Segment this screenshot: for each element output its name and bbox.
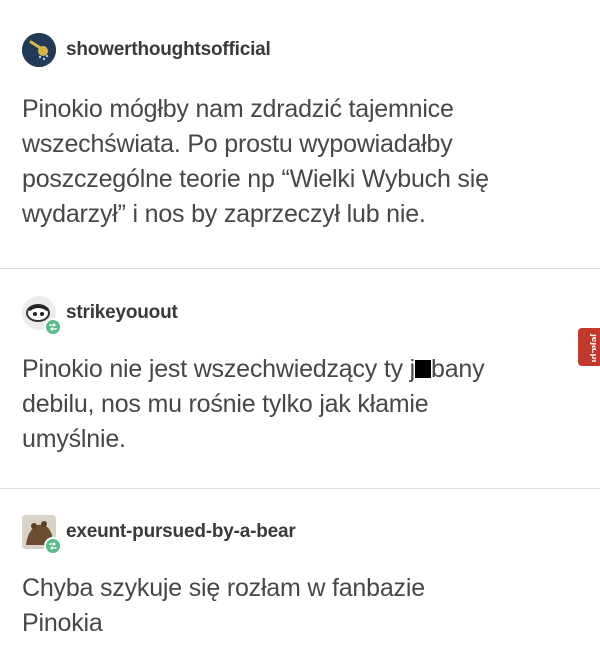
post-1-text: Pinokio mógłby nam zdradzić tajemnice ws… [22, 92, 562, 232]
post-3: exeunt-pursued-by-a-bear Chyba szykuje s… [0, 489, 600, 669]
post-1-line: wydarzył” i nos by zaprzeczył lub nie. [22, 200, 426, 228]
post-1-line: Pinokio mógłby nam zdradzić tajemnice [22, 95, 454, 123]
post-2-line-end: bany [430, 355, 485, 383]
jeja-watermark-logo: jeja.pl [578, 328, 600, 366]
post-1-header: showerthoughtsofficial [22, 32, 271, 68]
censor-block [414, 360, 431, 378]
post-3-header: exeunt-pursued-by-a-bear [22, 514, 296, 555]
post-2-header: strikeyouout [22, 295, 178, 336]
post-3-username[interactable]: exeunt-pursued-by-a-bear [66, 521, 296, 543]
post-2-line-start: Pinokio nie jest wszechwiedzący ty j [22, 355, 415, 383]
post-2-text: Pinokio nie jest wszechwiedzący ty j bany… [22, 352, 562, 457]
shower-head-avatar[interactable] [22, 33, 56, 67]
post-2-username[interactable]: strikeyouout [66, 302, 178, 324]
post-3-line: Pinokia [22, 609, 103, 637]
reblog-icon [44, 537, 62, 555]
shower-head-icon [22, 33, 56, 67]
post-1: showerthoughtsofficial Pinokio mógłby na… [0, 0, 600, 268]
post-1-line: wszechświata. Po prostu wypowiadałby [22, 130, 453, 158]
post-3-text: Chyba szykuje się rozłam w fanbazie Pino… [22, 571, 562, 641]
post-1-line: poszczególne teorie np “Wielki Wybuch si… [22, 165, 489, 193]
post-2-line: umyślnie. [22, 425, 126, 453]
post-2: strikeyouout Pinokio nie jest wszechwied… [0, 269, 600, 488]
post-2-line: Pinokio nie jest wszechwiedzący ty j bany [22, 352, 562, 387]
reblog-icon [44, 318, 62, 336]
bear-avatar[interactable] [22, 515, 62, 555]
svg-text:jeja.pl: jeja.pl [589, 333, 596, 363]
post-2-line: debilu, nos mu rośnie tylko jak kłamie [22, 390, 429, 418]
post-3-line: Chyba szykuje się rozłam w fanbazie [22, 574, 425, 602]
cartoon-face-avatar[interactable] [22, 296, 62, 336]
post-1-username[interactable]: showerthoughtsofficial [66, 39, 271, 61]
